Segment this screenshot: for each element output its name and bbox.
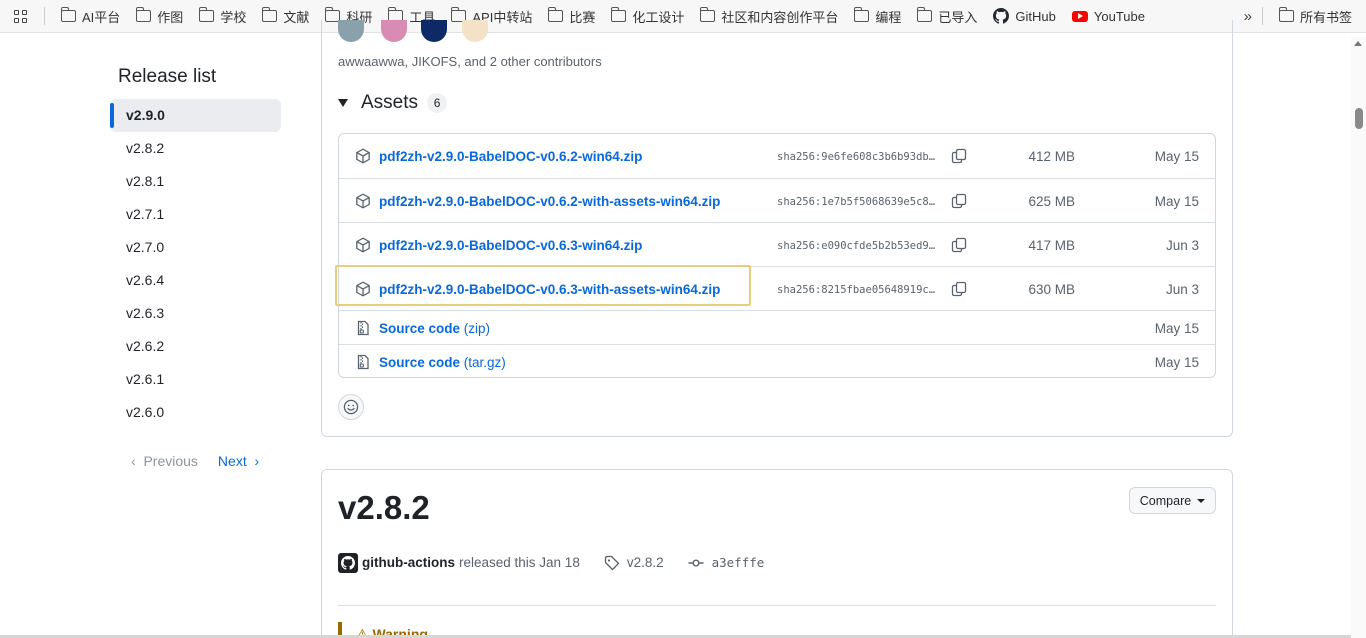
commit-icon: [688, 558, 704, 566]
release-commit-link[interactable]: a3efffe: [712, 555, 765, 570]
asset-date: May 15: [1154, 149, 1199, 164]
apps-grid-icon[interactable]: [0, 0, 40, 33]
folder-icon: [135, 7, 152, 22]
more-bookmarks-chevron-icon[interactable]: »: [1234, 8, 1262, 25]
asset-size: 630 MB: [1028, 282, 1075, 297]
folder-icon: [198, 7, 215, 22]
all-bookmarks-folder[interactable]: 所有书签: [1271, 3, 1366, 29]
asset-row: pdf2zh-v2.9.0-BabelDOC-v0.6.2-win64.zip …: [339, 134, 1215, 178]
release-item-v2-6-4[interactable]: v2.6.4: [110, 264, 281, 297]
release-item-v2-6-3[interactable]: v2.6.3: [110, 297, 281, 330]
release-title[interactable]: v2.8.2: [338, 489, 430, 527]
release-item-v2-7-0[interactable]: v2.7.0: [110, 231, 281, 264]
assets-toggle[interactable]: Assets 6: [338, 92, 448, 114]
bookmark-folder[interactable]: AI平台: [53, 3, 128, 29]
expanded-triangle-icon: [338, 99, 348, 107]
asset-row: pdf2zh-v2.9.0-BabelDOC-v0.6.3-win64.zip …: [339, 222, 1215, 266]
bookmark-folder[interactable]: 文献: [254, 3, 317, 29]
release-item-v2-8-2[interactable]: v2.8.2: [110, 132, 281, 165]
assets-count-badge: 6: [427, 93, 448, 113]
source-code-zip-link[interactable]: Source code (zip): [379, 321, 490, 336]
asset-date: May 15: [1154, 321, 1199, 336]
previous-page-link: ‹ Previous: [131, 453, 198, 469]
copy-icon[interactable]: [951, 237, 967, 253]
asset-download-link[interactable]: pdf2zh-v2.9.0-BabelDOC-v0.6.3-win64.zip: [379, 238, 642, 253]
folder-icon: [261, 7, 278, 22]
file-zip-icon: [357, 354, 369, 370]
asset-row: Source code (zip) May 15: [339, 310, 1215, 344]
asset-sha256: sha256:8215fbae05648919c…: [777, 284, 936, 296]
asset-download-link[interactable]: pdf2zh-v2.9.0-BabelDOC-v0.6.2-with-asset…: [379, 194, 720, 209]
file-zip-icon: [357, 320, 369, 336]
release-list: v2.9.0 v2.8.2 v2.8.1 v2.7.1 v2.7.0 v2.6.…: [110, 99, 281, 429]
release-item-v2-7-1[interactable]: v2.7.1: [110, 198, 281, 231]
asset-date: May 15: [1154, 194, 1199, 209]
asset-size: 417 MB: [1028, 238, 1075, 253]
asset-highlight-box: [335, 265, 751, 306]
contributors-text: awwaawwa, JIKOFS, and 2 other contributo…: [338, 54, 602, 69]
bookmark-folder[interactable]: 学校: [191, 3, 254, 29]
copy-icon[interactable]: [951, 193, 967, 209]
add-reaction-button[interactable]: [338, 394, 364, 420]
release-meta: github-actions released this Jan 18 v2.8…: [338, 552, 764, 573]
asset-row: Source code (tar.gz) May 15: [339, 344, 1215, 377]
bookmarks-divider: [1261, 7, 1263, 25]
source-code-targz-link[interactable]: Source code (tar.gz): [379, 355, 506, 370]
asset-download-link[interactable]: pdf2zh-v2.9.0-BabelDOC-v0.6.2-win64.zip: [379, 149, 642, 164]
caret-down-icon: [1197, 498, 1206, 503]
bookmarks-divider: [44, 7, 45, 25]
github-icon: [341, 555, 355, 570]
asset-sha256: sha256:e090cfde5b2b53ed9…: [777, 240, 936, 252]
release-pagination: ‹ Previous Next ›: [131, 453, 259, 469]
package-icon: [356, 148, 370, 164]
release-item-v2-6-1[interactable]: v2.6.1: [110, 363, 281, 396]
asset-row: pdf2zh-v2.9.0-BabelDOC-v0.6.2-with-asset…: [339, 178, 1215, 222]
folder-icon: [60, 7, 76, 22]
assets-list: pdf2zh-v2.9.0-BabelDOC-v0.6.2-win64.zip …: [338, 133, 1216, 378]
release-list-title: Release list: [118, 66, 217, 87]
package-icon: [356, 237, 370, 253]
github-actions-avatar[interactable]: [338, 552, 358, 573]
release-item-v2-9-0[interactable]: v2.9.0: [110, 99, 281, 132]
asset-sha256: sha256:9e6fe608c3b6b93db…: [777, 151, 936, 163]
copy-icon[interactable]: [951, 148, 967, 164]
next-page-link[interactable]: Next ›: [218, 453, 259, 469]
tag-icon: [604, 555, 619, 570]
bookmark-folder[interactable]: 作图: [128, 3, 191, 29]
release-tag-link[interactable]: v2.8.2: [627, 555, 664, 570]
asset-size: 412 MB: [1028, 149, 1075, 164]
scrollbar-thumb[interactable]: [1355, 108, 1363, 129]
release-item-v2-6-0[interactable]: v2.6.0: [110, 396, 281, 429]
release-author-link[interactable]: github-actions: [362, 555, 455, 570]
asset-sha256: sha256:1e7b5f5068639e5c8…: [777, 196, 936, 208]
asset-date: Jun 3: [1165, 238, 1199, 253]
assets-title: Assets: [361, 92, 419, 113]
folder-icon: [1278, 7, 1294, 22]
asset-date: May 15: [1154, 355, 1199, 370]
page-scrollbar[interactable]: [1351, 37, 1366, 638]
asset-date: Jun 3: [1165, 282, 1199, 297]
release-item-v2-8-1[interactable]: v2.8.1: [110, 165, 281, 198]
release-item-v2-6-2[interactable]: v2.6.2: [110, 330, 281, 363]
release-date-text: released this Jan 18: [459, 555, 580, 570]
compare-button[interactable]: Compare: [1129, 487, 1216, 514]
copy-icon[interactable]: [951, 281, 967, 297]
divider: [338, 605, 1216, 606]
asset-size: 625 MB: [1028, 194, 1075, 209]
smiley-icon: [343, 399, 359, 415]
scroll-up-arrow-icon[interactable]: [1354, 41, 1362, 46]
package-icon: [356, 193, 370, 209]
